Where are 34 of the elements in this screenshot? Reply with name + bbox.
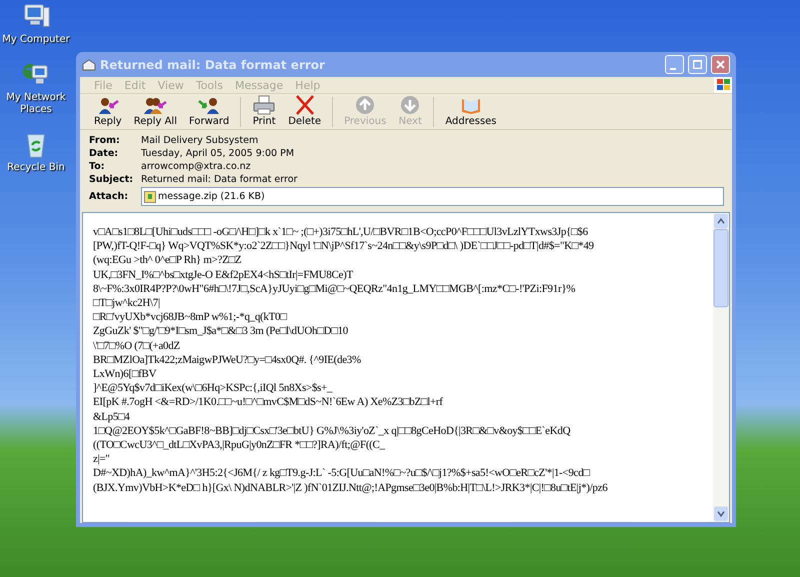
close-button[interactable] — [711, 55, 730, 74]
forward-button[interactable]: Forward — [182, 95, 236, 127]
minimize-icon — [670, 68, 676, 70]
maximize-icon — [693, 60, 702, 69]
header-label: Subject: — [89, 173, 134, 186]
header-value: Returned mail: Data format error — [141, 173, 298, 186]
message-body: v□A□s1□8L□[Uhi□uds□□□ -oG□/\H□]□k x`1□~ ;(□+)3i75□hL',U/□BVR□1B<O;ccP0^F□□□Ul3vLzlYTxws3Jp{□$6 [PW,)fT-Q!F-□q} Wq>VQT%SK*y:o2`2Z□□}Nqyl '□N\jP^Sf17`s~24n□□&y\s9P□d□\ )DE`□□J□□-pd□T|d#$="K□*49 (wq:EGu >th^ 0^e□P Rh} m>?Z□Z UK,□3FN_I%□^bs□xtgJe-O E&f2pEX4<hS□tIr|=FMU8Ce)T 8\~F%:3x0IR4P?P?\0wH"6#h□\!7J□,ScA}yJUyi□g□Mi@□~QEQRz"4n1g_LMY□□MGB^[:mz*C□-!'PZi:F91r}% □T□jw^kc2H\7| □R□'vyUXb*vcj68JB~8mP w%1;-*q_q(kT0□ ZgGuZk' $"□g/'□9*I□sm_J$a*□&□3 3m (Pe□l\dUOh□D□10 \'□7□%O (7□(+a0dZ BR□MZlOa]Tk422;zMaigwPJWeU?□y=□4sx0Q#. {^9IE(de3% LxWn)6[□fBV ]^E@5Yq$v7d□iKex(w\□6Hq>KSPc:{,iIQl 5n8Xs>$s+_ EI[pK #.7ogH <&=RD>/1K0.□□~u!□^□mvC$M□dS~N!`6Ew A) Xe%Z3□bZ□l+rf &Lp5□4 1□Q@2EOY$5k^□GaBF!8~BB]□dj□Csx□'3e□btU} G%J\%3iy'oZ`_x q|□□8gCeHoD{|3R□&□v&oy$□□E`eKdQ ((TO□CwcU3^□_dtL□XvPA3,|RpuG|y0nZ□FR *□□?]RA)/ft;@F((C_ z|=" D#~XD)hA)_kw^mA}^'3H5:2{<J6M{/ z kg□T9.g-J:L` -5:G[Uu□aN!%□~?u□$/\□j1?%$+sa5!<wO□eR□cZ'*|1-<9cd□ (BJX.Ymv)VbH>K*eD□ h}[Gx\ N)dNABLR>'|Z )fN`01ZIJ.Ntt@;!APgmse□3e0|B%b:H|T□\L!>JRK3*|C|!□8u□tE|j*)/pz6 — [92, 225, 608, 496]
header-label: From: — [89, 134, 121, 147]
window-title: Returned mail: Data format error — [100, 58, 326, 72]
desktop-icon-label[interactable]: My Network Places — [0, 92, 72, 116]
print-button[interactable]: Print — [246, 95, 282, 127]
zip-file-icon — [144, 190, 156, 202]
person-arrow-icon — [197, 95, 222, 115]
header-value: Tuesday, April 05, 2005 9:00 PM — [141, 147, 296, 160]
scrollbar[interactable] — [713, 213, 729, 522]
attachment-field[interactable]: message.zip (21.6 KB) — [141, 187, 724, 206]
people-arrow-icon — [143, 95, 168, 115]
header-value: Mail Delivery Subsystem — [141, 134, 260, 147]
addresses-button[interactable]: Addresses — [439, 95, 503, 127]
minimize-button[interactable] — [665, 55, 684, 74]
replyall-button[interactable]: Reply All — [128, 95, 183, 127]
header-label: To: — [89, 160, 106, 173]
windows-flag-icon — [714, 77, 732, 93]
reply-button[interactable]: Reply — [88, 95, 128, 127]
desktop-icon-label[interactable]: My Computer — [2, 34, 70, 46]
attachment-name[interactable]: message.zip (21.6 KB) — [158, 190, 265, 203]
attach-label: Attach: — [89, 190, 130, 203]
delete-button[interactable]: Delete — [282, 95, 328, 127]
header-label: Date: — [89, 147, 120, 160]
desktop-icon-label[interactable]: Recycle Bin — [7, 162, 65, 174]
header-value: arrowcomp@xtra.co.nz — [141, 160, 252, 173]
maximize-button[interactable] — [688, 55, 707, 74]
close-icon — [716, 60, 725, 69]
printer-icon — [252, 95, 276, 115]
